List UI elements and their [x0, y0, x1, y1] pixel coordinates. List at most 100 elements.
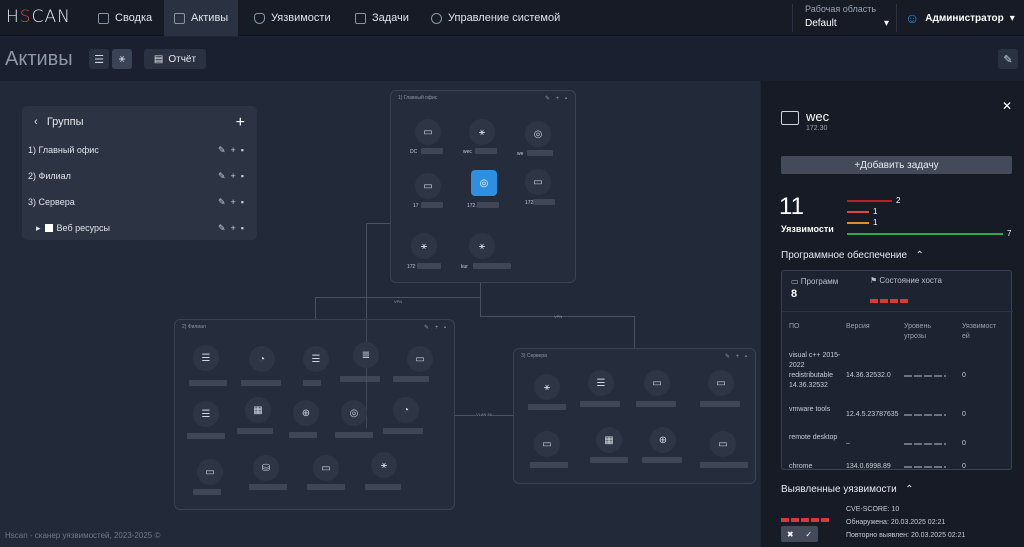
host-node[interactable]: ☰ — [193, 345, 219, 371]
user-menu[interactable]: ☺ Администратор ▾ — [905, 10, 1015, 26]
host-node[interactable]: ▭ — [710, 431, 736, 457]
checkbox[interactable] — [44, 224, 53, 232]
host-node[interactable]: ▦ — [596, 427, 622, 453]
host-node[interactable]: ▭ — [407, 346, 433, 372]
found-vulns-toggle[interactable]: Выявленные уязвимости ⌃ — [781, 484, 913, 495]
disk-icon: ◔ — [258, 353, 266, 365]
workspace-select[interactable]: Рабочая область Default ▾ — [805, 4, 889, 29]
host-node[interactable]: ▭ — [525, 169, 551, 195]
host-node[interactable]: ▭ — [197, 459, 223, 485]
server-icon: ▭ — [716, 377, 726, 389]
group-item[interactable]: 1) Главный офис ✎+▪ — [28, 140, 253, 160]
divider — [782, 311, 1013, 312]
redetected-date: Повторно выявлен: 20.03.2025 02:21 — [846, 532, 966, 539]
group-actions[interactable]: ✎+▪ — [218, 223, 249, 234]
report-button[interactable]: ▤ Отчёт — [144, 49, 206, 69]
host-node[interactable]: ≣ — [353, 342, 379, 368]
host-node[interactable]: ▭ — [313, 455, 339, 481]
blurred-label — [307, 484, 345, 490]
severity-bar — [847, 233, 1003, 235]
severity-count: 1 — [873, 207, 878, 216]
asset-ip: 172.30 — [806, 125, 828, 132]
blurred-label — [303, 380, 321, 386]
host-node[interactable]: ▭ — [534, 431, 560, 457]
host-node[interactable]: ▭ — [415, 173, 441, 199]
settings-tool-button[interactable]: ✎ — [998, 49, 1018, 69]
group-item[interactable]: ▸ Веб ресурсы ✎+▪ — [28, 218, 253, 238]
flag-icon: ⚑ — [870, 276, 878, 285]
host-node[interactable]: ☰ — [303, 346, 329, 372]
group-actions[interactable]: ✎+▪ — [218, 145, 249, 156]
group-actions[interactable]: ✎+▪ — [218, 171, 249, 182]
target-icon: ◎ — [533, 128, 543, 140]
cve-actions: ✖ ✓ — [781, 526, 818, 542]
host-node-selected[interactable]: ◎ — [471, 170, 497, 196]
groups-header[interactable]: ‹ Группы — [34, 116, 84, 128]
group-item[interactable]: 2) Филиал ✎+▪ — [28, 166, 253, 186]
host-node[interactable]: ⚹ — [534, 374, 560, 400]
host-node[interactable]: ◎ — [341, 400, 367, 426]
group-item[interactable]: 3) Сервера ✎+▪ — [28, 192, 253, 212]
graph-view-button[interactable]: ⚹ — [112, 49, 132, 69]
group-box-branch[interactable]: 2) Филиал ✎ + ▪ ☰ ◔ ☰ ≣ ▭ ☰ ▦ ⊕ ◎ ◔ ▭ ⛁ ▭… — [174, 319, 455, 510]
add-group-button[interactable]: + — [236, 114, 245, 132]
host-node[interactable]: ☰ — [588, 370, 614, 396]
link — [315, 297, 481, 298]
host-node[interactable]: ▭ — [415, 119, 441, 145]
blurred-label — [475, 148, 497, 154]
group-box-main-office[interactable]: 1) Главный офис ✎ + ▪ ▭ DC ⚹ wec ◎ we ▭ 1… — [390, 90, 576, 283]
software-version: 134.0.6998.89 — [846, 463, 891, 470]
column-header: Уязвимост ей — [962, 323, 997, 340]
group-box-servers[interactable]: 3) Сервера ✎ + ▪ ⚹ ☰ ▭ ▭ ▭ ▦ ⊕ ▭ — [513, 348, 756, 484]
software-name: chrome — [789, 463, 813, 470]
host-node[interactable]: ⊕ — [293, 400, 319, 426]
vpn-label: VPN — [554, 314, 563, 319]
monitor-icon: ▭ — [415, 353, 425, 365]
host-node[interactable]: ☰ — [193, 401, 219, 427]
vuln-count-cell: 0 — [962, 372, 966, 379]
blurred-label — [421, 202, 443, 208]
box-actions: ✎ + ▪ — [725, 354, 749, 360]
host-node[interactable]: ⚹ — [469, 119, 495, 145]
vpn-label: VPN — [394, 299, 403, 304]
column-header: Уровень угрозы — [904, 323, 931, 340]
nav-vulns[interactable]: Уязвимости — [244, 0, 341, 36]
nav-system[interactable]: Управление системой — [421, 0, 570, 36]
monitor-icon: ▭ — [718, 438, 728, 450]
table-view-button[interactable]: ☰ — [89, 49, 109, 69]
chart-icon — [98, 12, 109, 24]
host-node[interactable]: ⚹ — [371, 452, 397, 478]
group-actions[interactable]: ✎+▪ — [218, 197, 249, 208]
box-actions: ✎ + ▪ — [545, 96, 569, 102]
target-icon: ◎ — [349, 407, 359, 419]
blurred-label — [383, 428, 423, 434]
monitor-icon: ▭ — [423, 180, 433, 192]
page-title: Активы — [5, 48, 73, 70]
host-node[interactable]: ⚹ — [469, 233, 495, 259]
add-task-button[interactable]: + Добавить задачу — [781, 156, 1012, 174]
host-node[interactable]: ◔ — [393, 397, 419, 423]
dismiss-icon[interactable]: ✖ — [787, 530, 794, 539]
threat-level — [904, 375, 946, 377]
host-node[interactable]: ▭ — [708, 370, 734, 396]
software-section-toggle[interactable]: Программное обеспечение ⌃ — [781, 250, 924, 261]
vuln-count-cell: 0 — [962, 440, 966, 447]
host-node[interactable]: ⚹ — [411, 233, 437, 259]
blurred-label — [393, 376, 429, 382]
close-icon[interactable]: ✕ — [1002, 99, 1012, 113]
host-node[interactable]: ◎ — [525, 121, 551, 147]
vuln-count-cell: 0 — [962, 463, 966, 470]
host-node[interactable]: ▦ — [245, 397, 271, 423]
blurred-label — [189, 380, 227, 386]
host-node[interactable]: ⊕ — [650, 427, 676, 453]
check-icon[interactable]: ✓ — [805, 530, 812, 539]
nav-tasks[interactable]: Задачи — [345, 0, 419, 36]
host-node[interactable]: ▭ — [644, 370, 670, 396]
host-node[interactable]: ◔ — [249, 346, 275, 372]
node-label: 172. — [467, 203, 477, 209]
nav-assets[interactable]: Активы — [164, 0, 239, 36]
host-state-indicator — [870, 290, 910, 308]
host-node[interactable]: ⛁ — [253, 455, 279, 481]
node-label: 17 — [413, 203, 419, 209]
nav-dashboard[interactable]: Сводка — [88, 0, 162, 36]
